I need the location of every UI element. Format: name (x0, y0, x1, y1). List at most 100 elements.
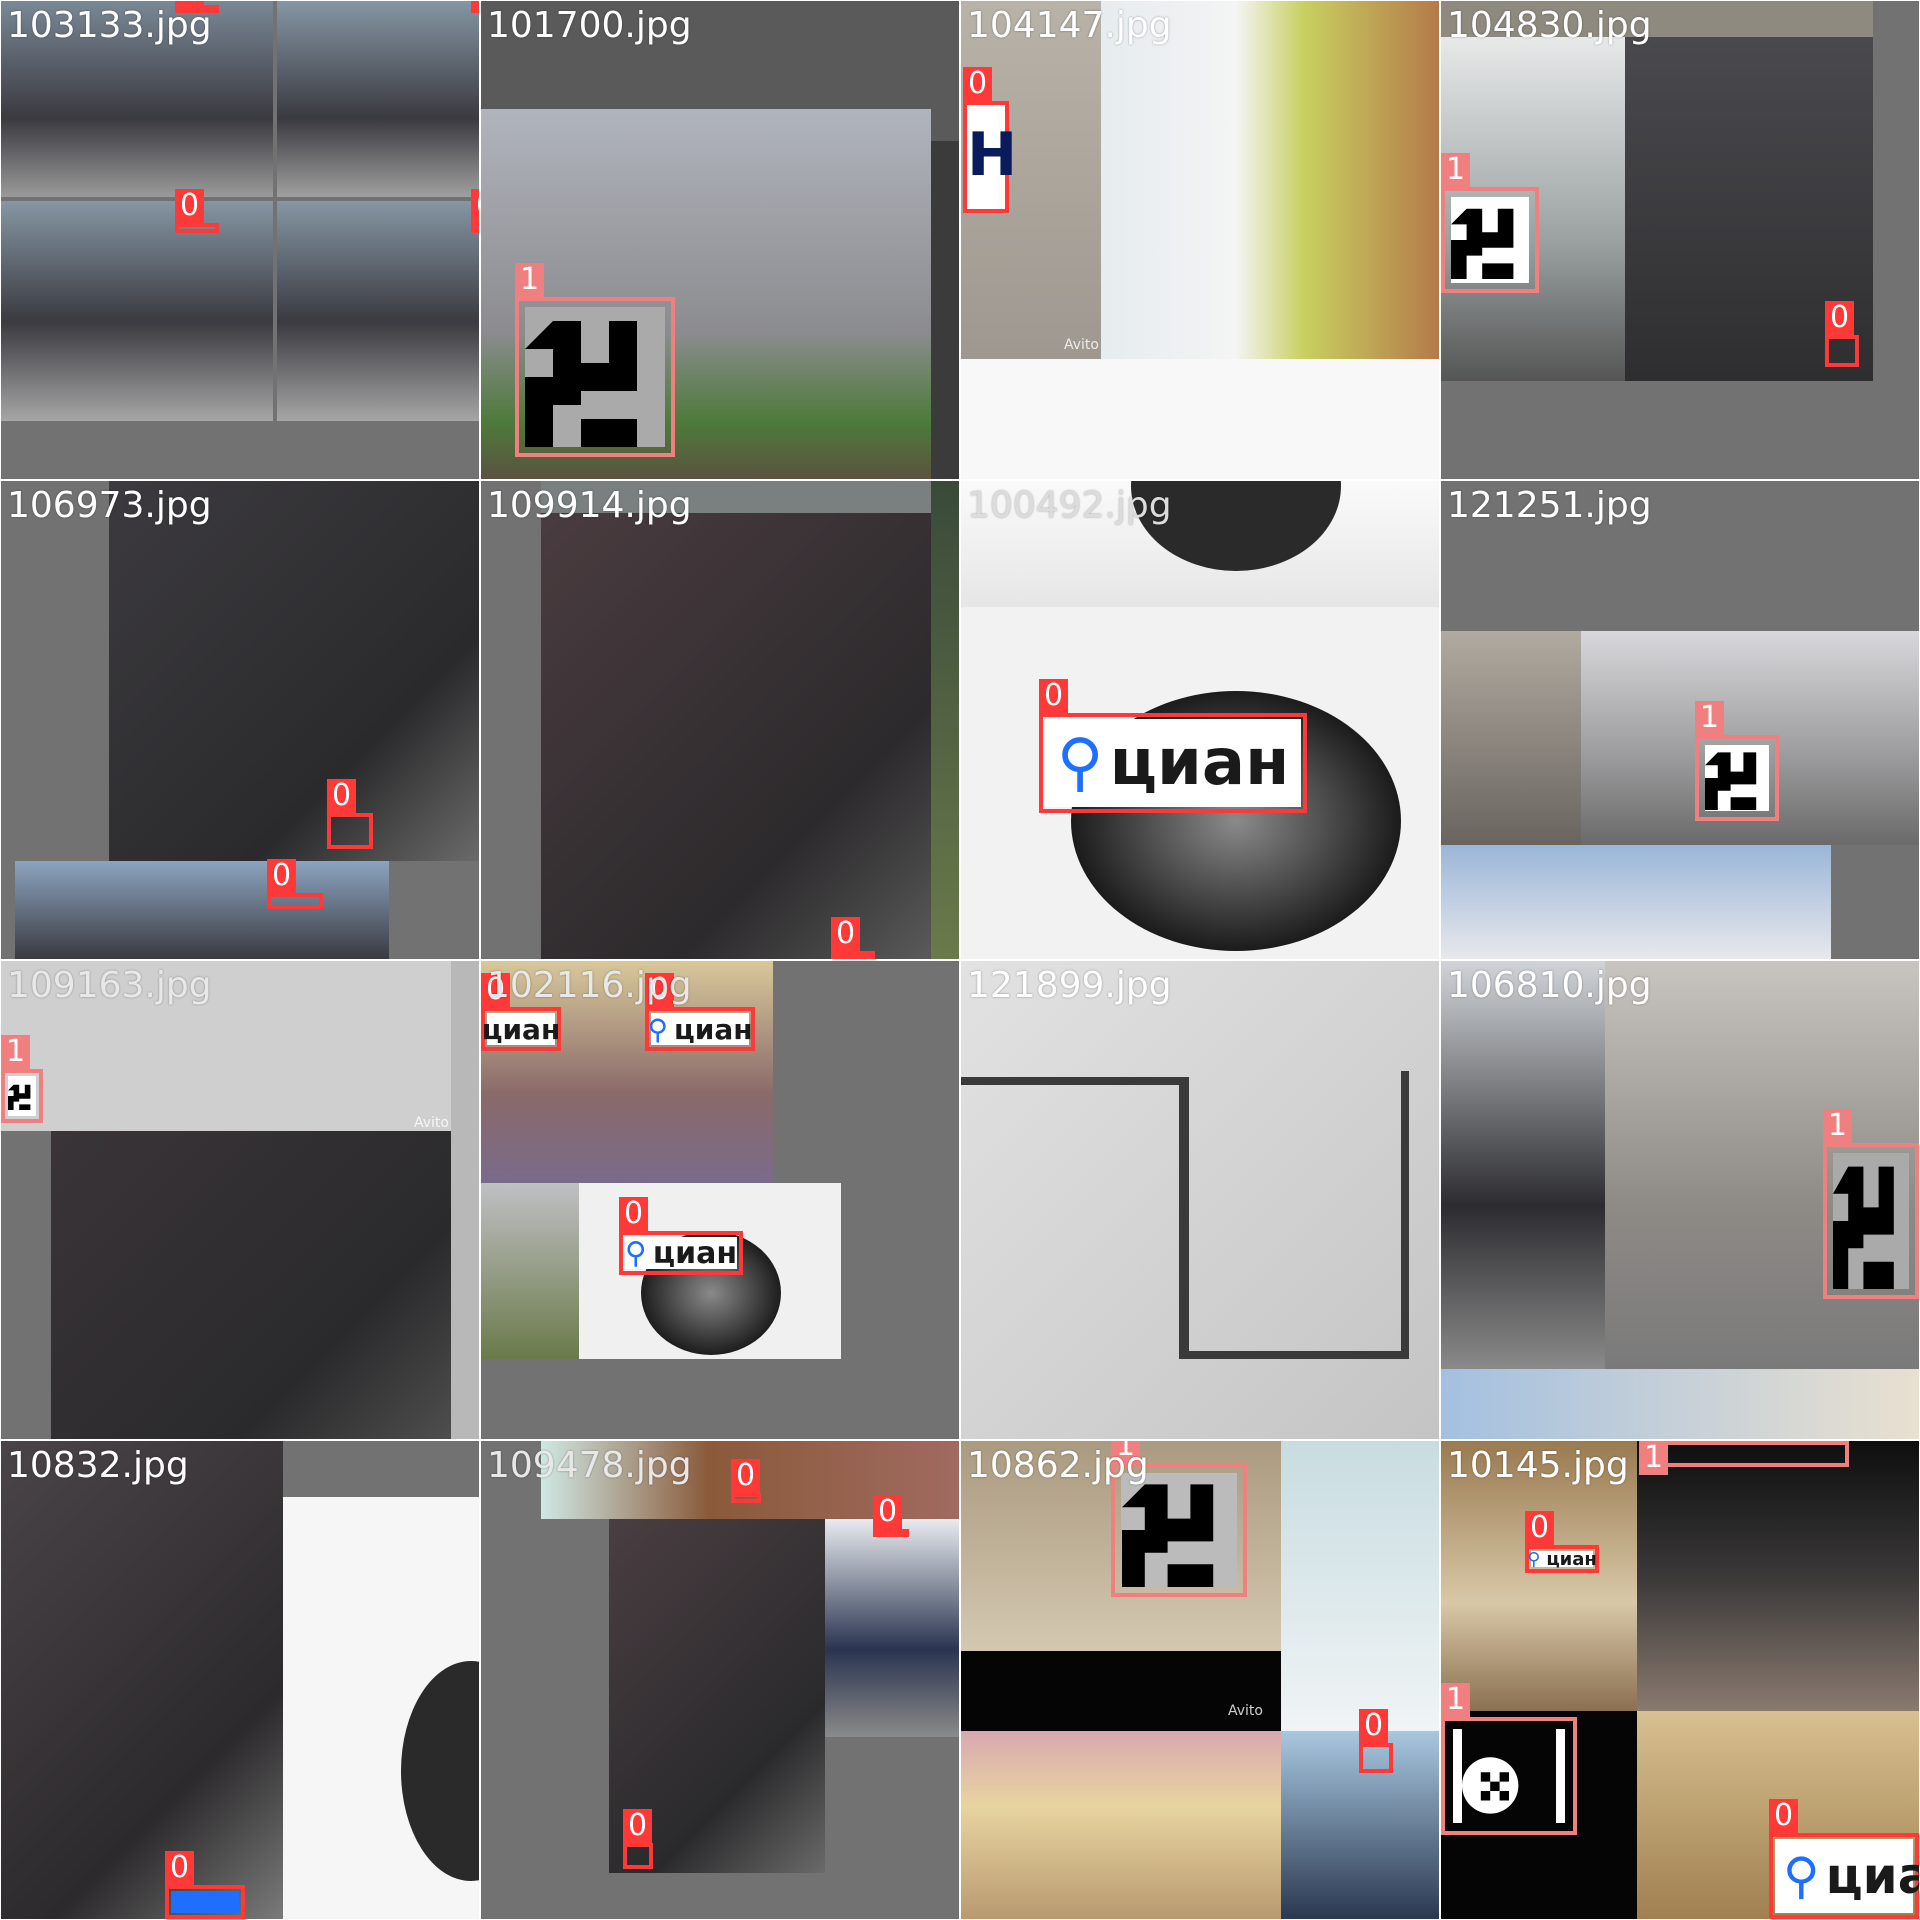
logo-box[interactable]: 0 (267, 859, 323, 909)
class-label: 0 (619, 1197, 649, 1231)
class-label: 1 (1441, 1683, 1471, 1717)
class-label: 0 (1359, 1709, 1389, 1743)
floorplan-wall (1179, 1351, 1409, 1359)
class-label: 0 (175, 189, 205, 223)
tile-103133[interactable]: 103133.jpg 0 0 0 0 (1, 1, 479, 479)
logo-box[interactable]: 0 (471, 189, 479, 233)
symbol-box[interactable]: 1 (1441, 153, 1539, 293)
cian-logo: циан (482, 1013, 561, 1046)
car-photo (1, 201, 273, 421)
tile-109478[interactable]: 109478.jpg 0 0 0 (481, 1441, 959, 1919)
class-label: 0 (873, 1495, 903, 1529)
car-mat-photo (541, 513, 931, 959)
logo-box[interactable]: 0 (471, 1, 479, 13)
tile-10862[interactable]: Avito 10862.jpg 1 0 (961, 1441, 1439, 1919)
tile-109163[interactable]: Avito 109163.jpg 1 (1, 961, 479, 1439)
partial-letter: Н (967, 105, 1017, 209)
floorplan-wall (961, 1077, 1189, 1085)
logo-box[interactable]: 0 ⚲ циан (1525, 1511, 1599, 1573)
logo-box[interactable]: 0 (873, 1495, 909, 1537)
logo-fill (171, 1891, 239, 1913)
logo-text: циан (481, 1012, 561, 1046)
pin-icon: ⚲ (1527, 1548, 1541, 1570)
class-label: 1 (1695, 701, 1725, 735)
cian-logo: ⚲ циан (1045, 719, 1301, 807)
car-photo (277, 201, 479, 421)
logo-box[interactable]: 0 (175, 189, 219, 233)
eagle-emblem-icon (1453, 1729, 1565, 1823)
symbol-icon (1833, 1153, 1909, 1289)
class-label: 0 (471, 189, 479, 223)
logo-box[interactable]: 0 ⚲ циан (645, 973, 755, 1051)
tile-10832[interactable]: 10832.jpg 0 (1, 1441, 479, 1919)
fridge-photo (1281, 1441, 1439, 1731)
white-area (961, 359, 1439, 479)
logo-box[interactable]: 0 (831, 917, 875, 959)
room-photo (961, 1731, 1281, 1919)
logo-box[interactable]: 0 (165, 1851, 245, 1919)
pin-icon: ⚲ (647, 1012, 668, 1046)
floorplan-wall (1401, 1071, 1409, 1357)
logo-text-cut: циа (1825, 1847, 1919, 1905)
car-mat-photo (51, 1131, 451, 1439)
tile-filename: 109478.jpg (487, 1445, 692, 1486)
class-label: 0 (267, 859, 297, 893)
floorplan-photo (961, 961, 1439, 1439)
tile-filename: 10832.jpg (7, 1445, 189, 1486)
side-strip (451, 961, 479, 1439)
logo-box[interactable]: 0 (1359, 1709, 1393, 1773)
interior-strip (1441, 1369, 1919, 1439)
symbol-icon (1451, 197, 1529, 283)
symbol-box[interactable]: 1 (1441, 1683, 1577, 1835)
class-label: 0 (471, 1, 479, 5)
car-mat-photo (109, 481, 479, 861)
logo-box[interactable]: 0 (623, 1809, 653, 1869)
tile-102116[interactable]: 102116.jpg 0 циан 0 ⚲ циан 0 ⚲ циан (481, 961, 959, 1439)
tile-filename: 102116.jpg (487, 965, 692, 1006)
building-photo (481, 1183, 579, 1359)
symbol-icon (8, 1076, 36, 1116)
logo-box[interactable]: 0 ⚲ циан (619, 1197, 743, 1275)
symbol-box[interactable]: 1 (1695, 701, 1779, 821)
tile-104147[interactable]: Avito 104147.jpg 0 Н (961, 1, 1439, 479)
logo-text: циан (1546, 1548, 1597, 1570)
logo-box[interactable]: 0 циан (481, 973, 561, 1051)
bus-car-photo (1441, 961, 1605, 1369)
tile-109914[interactable]: 109914.jpg 0 (481, 481, 959, 959)
avito-watermark: Avito (1228, 1703, 1263, 1719)
tile-filename: 121899.jpg (967, 965, 1172, 1006)
cian-logo: ⚲ циан (625, 1236, 737, 1271)
class-label: 1 (515, 263, 545, 297)
symbol-icon (525, 307, 665, 447)
logo-box[interactable]: 0 ⚲ циа (1769, 1799, 1919, 1919)
tile-121899[interactable]: 121899.jpg (961, 961, 1439, 1439)
symbol-box[interactable]: 1 (515, 263, 675, 457)
tile-106810[interactable]: 106810.jpg 1 (1441, 961, 1919, 1439)
window-strip (931, 481, 959, 959)
logo-box[interactable]: 0 ⚲ циан (1039, 679, 1307, 813)
class-label: 0 (1769, 1799, 1799, 1833)
tile-filename: 103133.jpg (7, 5, 212, 46)
tile-10145[interactable]: 10145.jpg 1 0 ⚲ циан 1 0 ⚲ циа (1441, 1441, 1919, 1919)
cian-logo: ⚲ циан (647, 1013, 752, 1046)
tile-100492[interactable]: 100492.jpg 0 ⚲ циан (961, 481, 1439, 959)
class-label: 1 (1441, 153, 1471, 187)
class-label: 0 (1039, 679, 1069, 713)
floorplan-wall (1179, 1081, 1189, 1357)
logo-box[interactable]: 0 (731, 1459, 761, 1503)
logo-box[interactable]: 0 (1825, 301, 1859, 367)
logo-box[interactable]: 0 Н (963, 67, 1017, 213)
symbol-box[interactable]: 1 (1639, 1441, 1849, 1475)
pin-icon: ⚲ (1056, 726, 1104, 800)
symbol-box[interactable]: 1 (1, 1035, 43, 1123)
class-label: 1 (1639, 1441, 1669, 1475)
class-label: 1 (1823, 1109, 1853, 1143)
symbol-box[interactable]: 1 (1823, 1109, 1919, 1299)
tile-121251[interactable]: 121251.jpg 1 (1441, 481, 1919, 959)
tile-101700[interactable]: 101700.jpg 1 (481, 1, 959, 479)
tile-106973[interactable]: 106973.jpg 0 0 (1, 481, 479, 959)
symbol-icon (1121, 1473, 1237, 1587)
tile-104830[interactable]: 104830.jpg 1 0 (1441, 1, 1919, 479)
cian-logo: ⚲ циа (1775, 1839, 1919, 1913)
logo-box[interactable]: 0 (327, 779, 373, 849)
